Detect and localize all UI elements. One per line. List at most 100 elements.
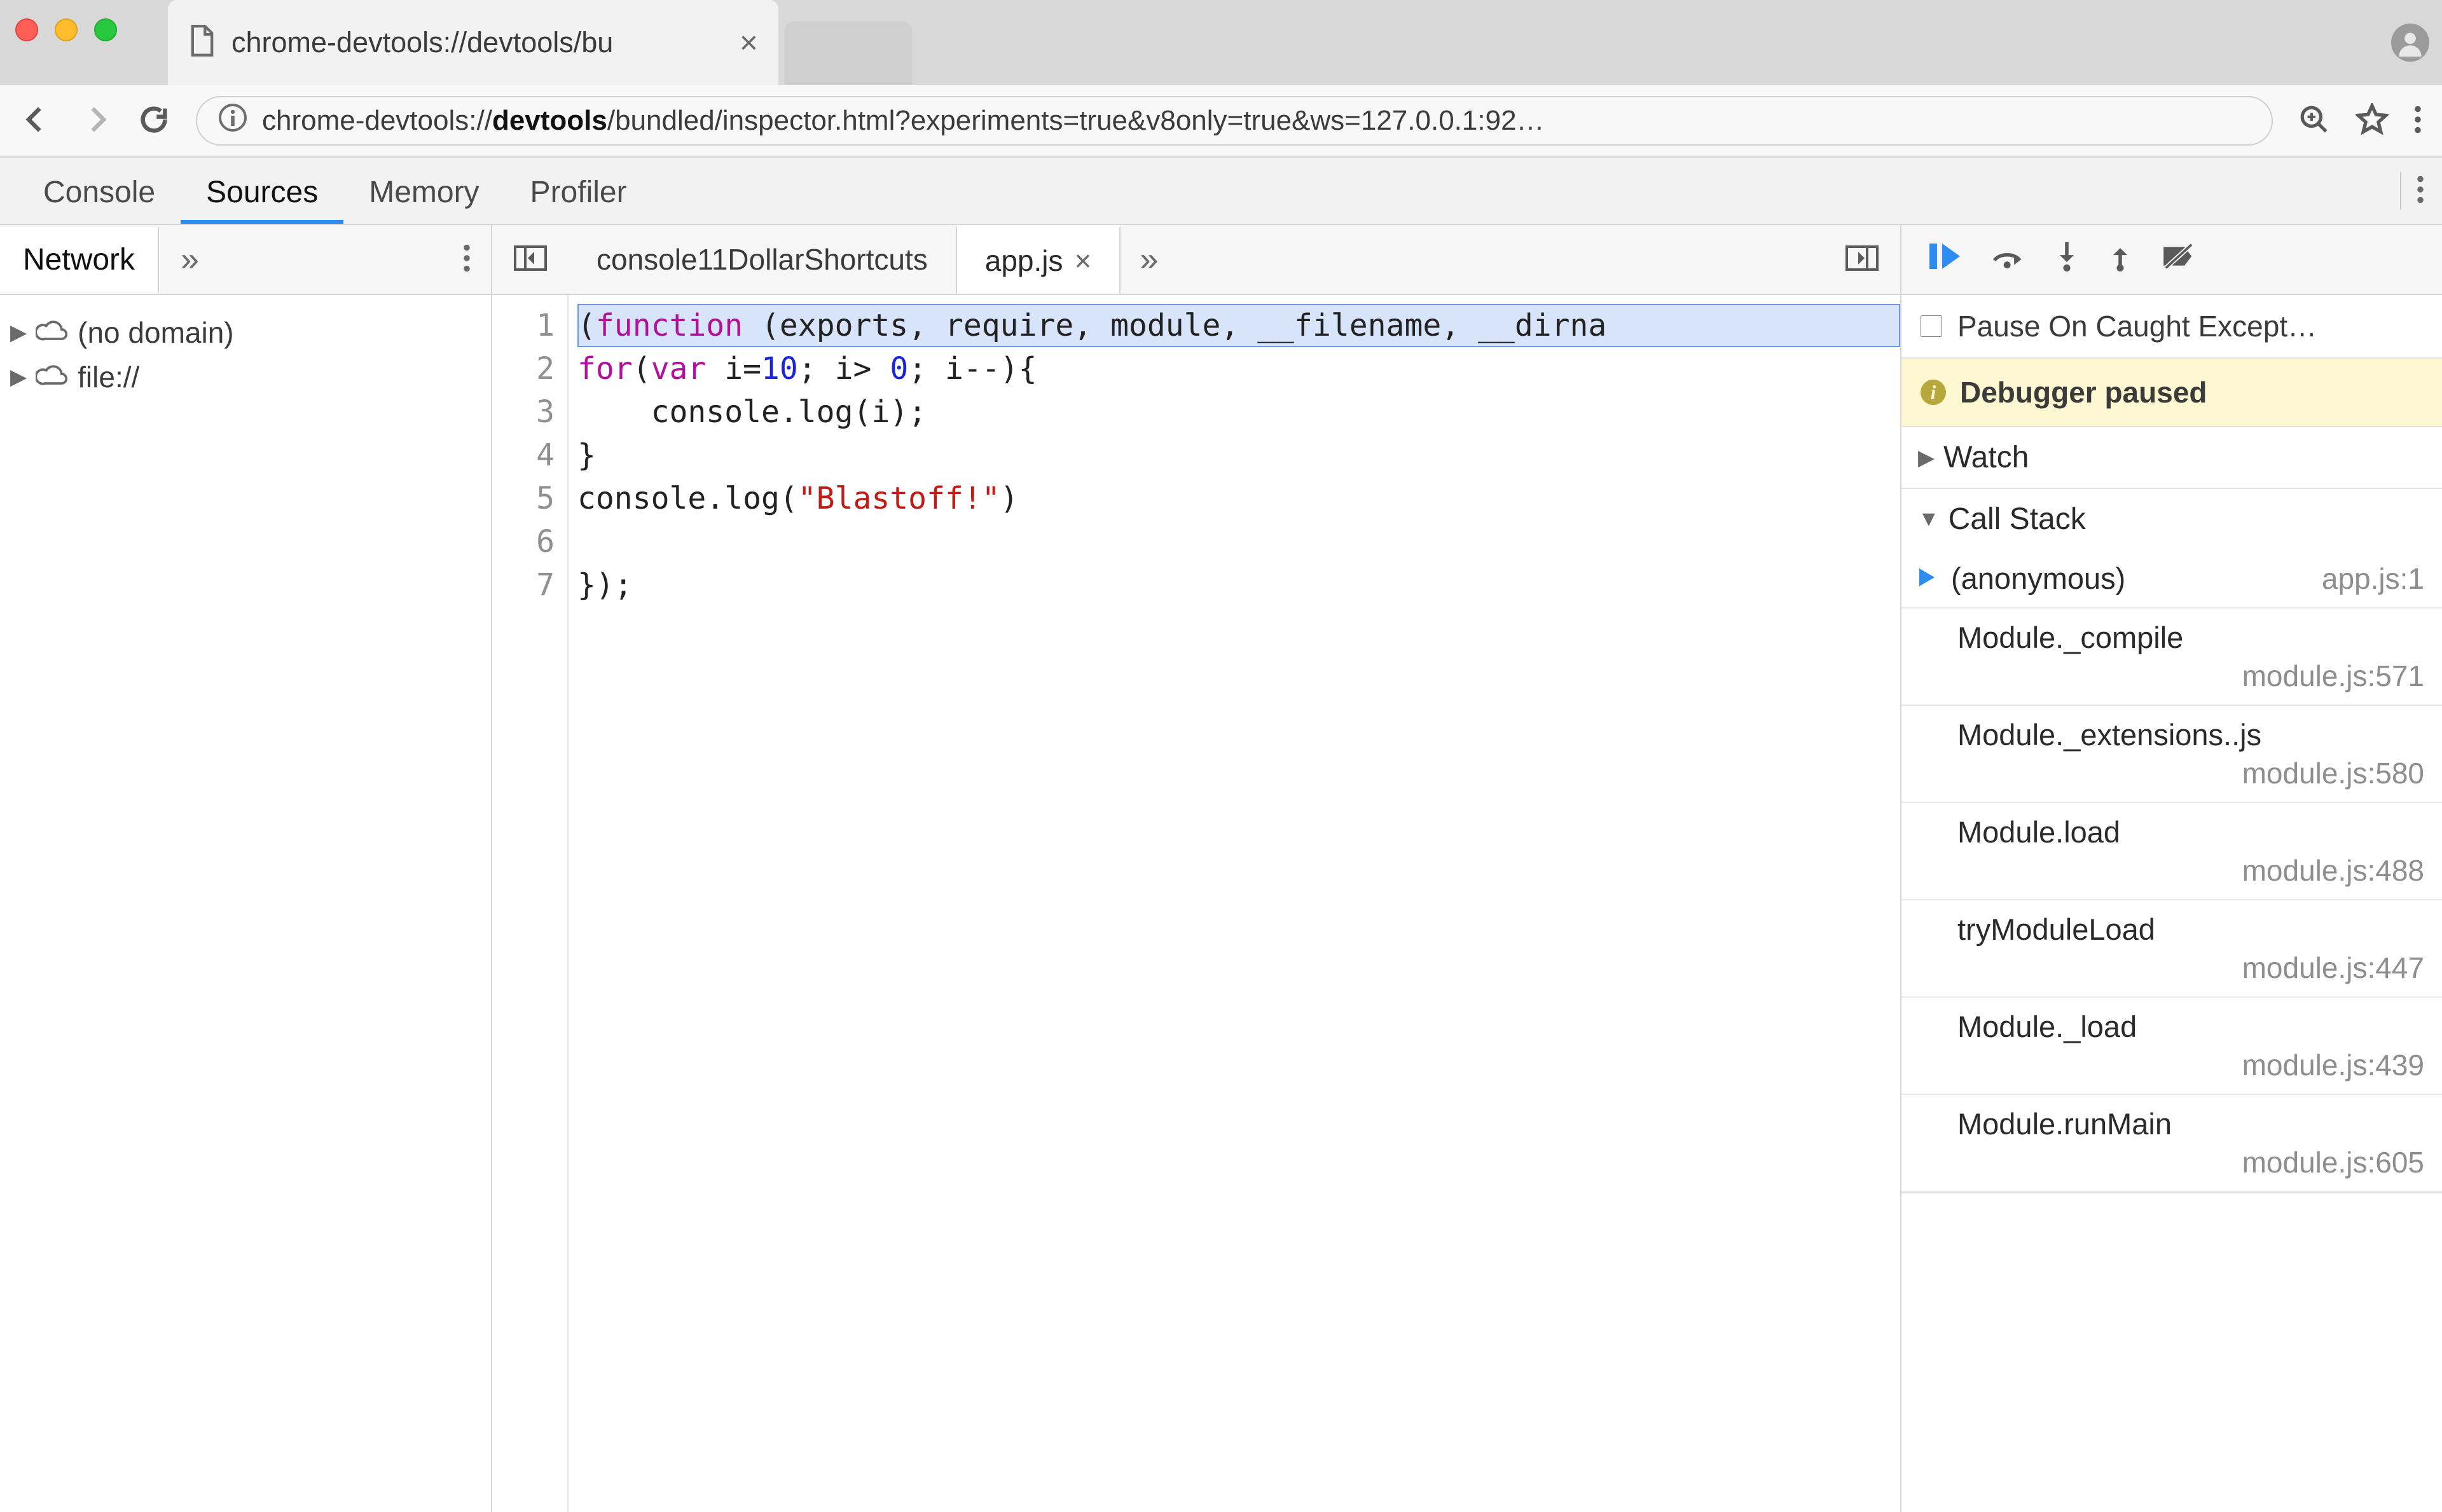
code-line: for(var i=10; i> 0; i--){ [577,347,1900,390]
code-line: console.log("Blastoff!") [577,477,1900,520]
devtools-tab-console[interactable]: Console [18,162,181,224]
editor-tab-label: app.js [985,244,1063,278]
bookmark-star-icon[interactable] [2356,103,2389,139]
frame-location: module.js:605 [1957,1145,2424,1179]
sidebar-tab-network[interactable]: Network [0,227,159,292]
collapse-triangle-icon: ▶ [1918,445,1935,471]
sidebar-menu-icon[interactable] [443,244,491,275]
info-icon: i [1921,380,1946,405]
code-line: (function (exports, require, module, __f… [577,304,1900,347]
devtools-menu-icon[interactable] [2417,175,2424,207]
frame-name: (anonymous) [1951,561,2309,596]
chrome-menu-icon[interactable] [2414,106,2422,137]
close-tab-icon[interactable]: × [740,24,758,61]
step-out-button[interactable] [2107,241,2133,278]
editor-column: console11DollarShortcuts app.js × » 123456… [492,225,1901,1512]
stack-frame[interactable]: tryModuleLoad module.js:447 [1901,900,2442,998]
sidebar-overflow-icon[interactable]: » [159,240,221,278]
frame-name: Module.load [1957,814,2424,849]
tab-strip: chrome-devtools://devtools/bu × [0,0,2442,85]
navigator-sidebar: Network » ▶(no domain)▶file:// [0,225,492,1512]
code-line [577,520,1900,563]
stack-frame[interactable]: Module.load module.js:488 [1901,803,2442,900]
toggle-navigator-icon[interactable] [492,245,569,275]
stack-frame[interactable]: Module._extensions..js module.js:580 [1901,706,2442,803]
code-editor[interactable]: 1234567 (function (exports, require, mod… [492,295,1900,1512]
devtools-tab-profiler[interactable]: Profiler [505,162,652,224]
pause-on-caught-checkbox[interactable] [1921,315,1942,337]
stack-frame[interactable]: Module._load module.js:439 [1901,998,2442,1095]
debugger-status: i Debugger paused [1901,359,2442,427]
frame-name: tryModuleLoad [1957,912,2424,947]
editor-tab[interactable]: console11DollarShortcuts [569,225,956,294]
nav-toolbar: chrome-devtools://devtools/bundled/inspe… [0,85,2442,158]
debugger-pane: Pause On Caught Except… i Debugger pause… [1901,225,2442,1512]
editor-tab-label: console11DollarShortcuts [597,242,928,277]
expand-triangle-icon: ▶ [10,364,27,390]
watch-section: ▶ Watch [1901,427,2442,489]
pause-on-caught-label: Pause On Caught Except… [1957,309,2317,343]
watch-label: Watch [1943,440,2029,475]
toolbar-right [2298,103,2422,139]
devtools-tab-memory[interactable]: Memory [343,162,504,224]
line-number: 2 [492,347,555,390]
call-stack-section: ▼ Call Stack (anonymous) app.js:1 Module._… [1901,489,2442,1193]
site-info-icon[interactable] [219,104,247,139]
frame-name: Module._extensions..js [1957,717,2424,752]
back-button[interactable] [20,103,53,139]
cloud-icon [36,315,69,350]
close-tab-icon[interactable]: × [1075,244,1092,278]
browser-chrome: chrome-devtools://devtools/bu × chrome-d… [0,0,2442,158]
expand-triangle-icon: ▶ [10,320,27,345]
tab-title: chrome-devtools://devtools/bu [231,26,724,59]
stack-frame[interactable]: Module.runMain module.js:605 [1901,1095,2442,1192]
pause-on-caught-row[interactable]: Pause On Caught Except… [1901,295,2442,359]
forward-button[interactable] [79,103,112,139]
zoom-icon[interactable] [2298,104,2330,139]
stack-frame[interactable]: Module._compilemodule.js:571 [1901,608,2442,706]
sidebar-tree: ▶(no domain)▶file:// [0,295,491,415]
cloud-icon [36,360,69,394]
frame-location: module.js:447 [1957,951,2424,985]
minimize-window-button[interactable] [55,18,78,41]
deactivate-breakpoints-button[interactable] [2161,242,2197,277]
line-number: 1 [492,304,555,347]
frame-location: app.js:1 [2322,561,2424,596]
close-window-button[interactable] [15,18,38,41]
line-number: 6 [492,520,555,563]
code-content[interactable]: (function (exports, require, module, __f… [569,295,1900,1512]
frame-location: module.js:439 [1957,1048,2424,1082]
status-text: Debugger paused [1960,375,2207,409]
toggle-debugger-icon[interactable] [1824,245,1900,275]
code-line: } [577,434,1900,477]
editor-tab[interactable]: app.js × [956,225,1121,294]
devtools-tab-sources[interactable]: Sources [181,162,343,224]
address-bar[interactable]: chrome-devtools://devtools/bundled/inspe… [196,96,2273,146]
url-text: chrome-devtools://devtools/bundled/inspe… [262,105,1545,137]
editor-tabstrip: console11DollarShortcuts app.js × » [492,225,1900,295]
frame-name: Module.runMain [1957,1106,2424,1141]
stack-frame[interactable]: (anonymous) app.js:1 [1901,549,2442,608]
maximize-window-button[interactable] [94,18,117,41]
tree-node-label: file:// [78,360,139,394]
resume-button[interactable] [1927,241,1963,278]
step-into-button[interactable] [2054,241,2080,278]
sidebar-tree-node[interactable]: ▶(no domain) [6,310,485,355]
new-tab-button[interactable] [785,22,912,85]
call-stack-header[interactable]: ▼ Call Stack [1901,489,2442,549]
line-gutter: 1234567 [492,295,569,1512]
reload-button[interactable] [137,103,170,139]
frame-name: Module._load [1957,1009,2424,1044]
browser-tab-active[interactable]: chrome-devtools://devtools/bu × [168,0,778,85]
line-number: 4 [492,434,555,477]
frame-location: module.js:580 [1957,756,2424,790]
sidebar-tree-node[interactable]: ▶ file:// [6,355,485,399]
call-stack-list: (anonymous) app.js:1 Module._compilemodule… [1901,549,2442,1192]
step-over-button[interactable] [1990,242,2026,277]
frame-location: module.js:488 [1957,853,2424,888]
watch-header[interactable]: ▶ Watch [1901,427,2442,488]
profile-button[interactable] [2391,24,2429,62]
editor-overflow-icon[interactable]: » [1121,240,1177,278]
line-number: 5 [492,477,555,520]
devtools-tab-bar: ConsoleSourcesMemoryProfiler [0,158,2442,225]
